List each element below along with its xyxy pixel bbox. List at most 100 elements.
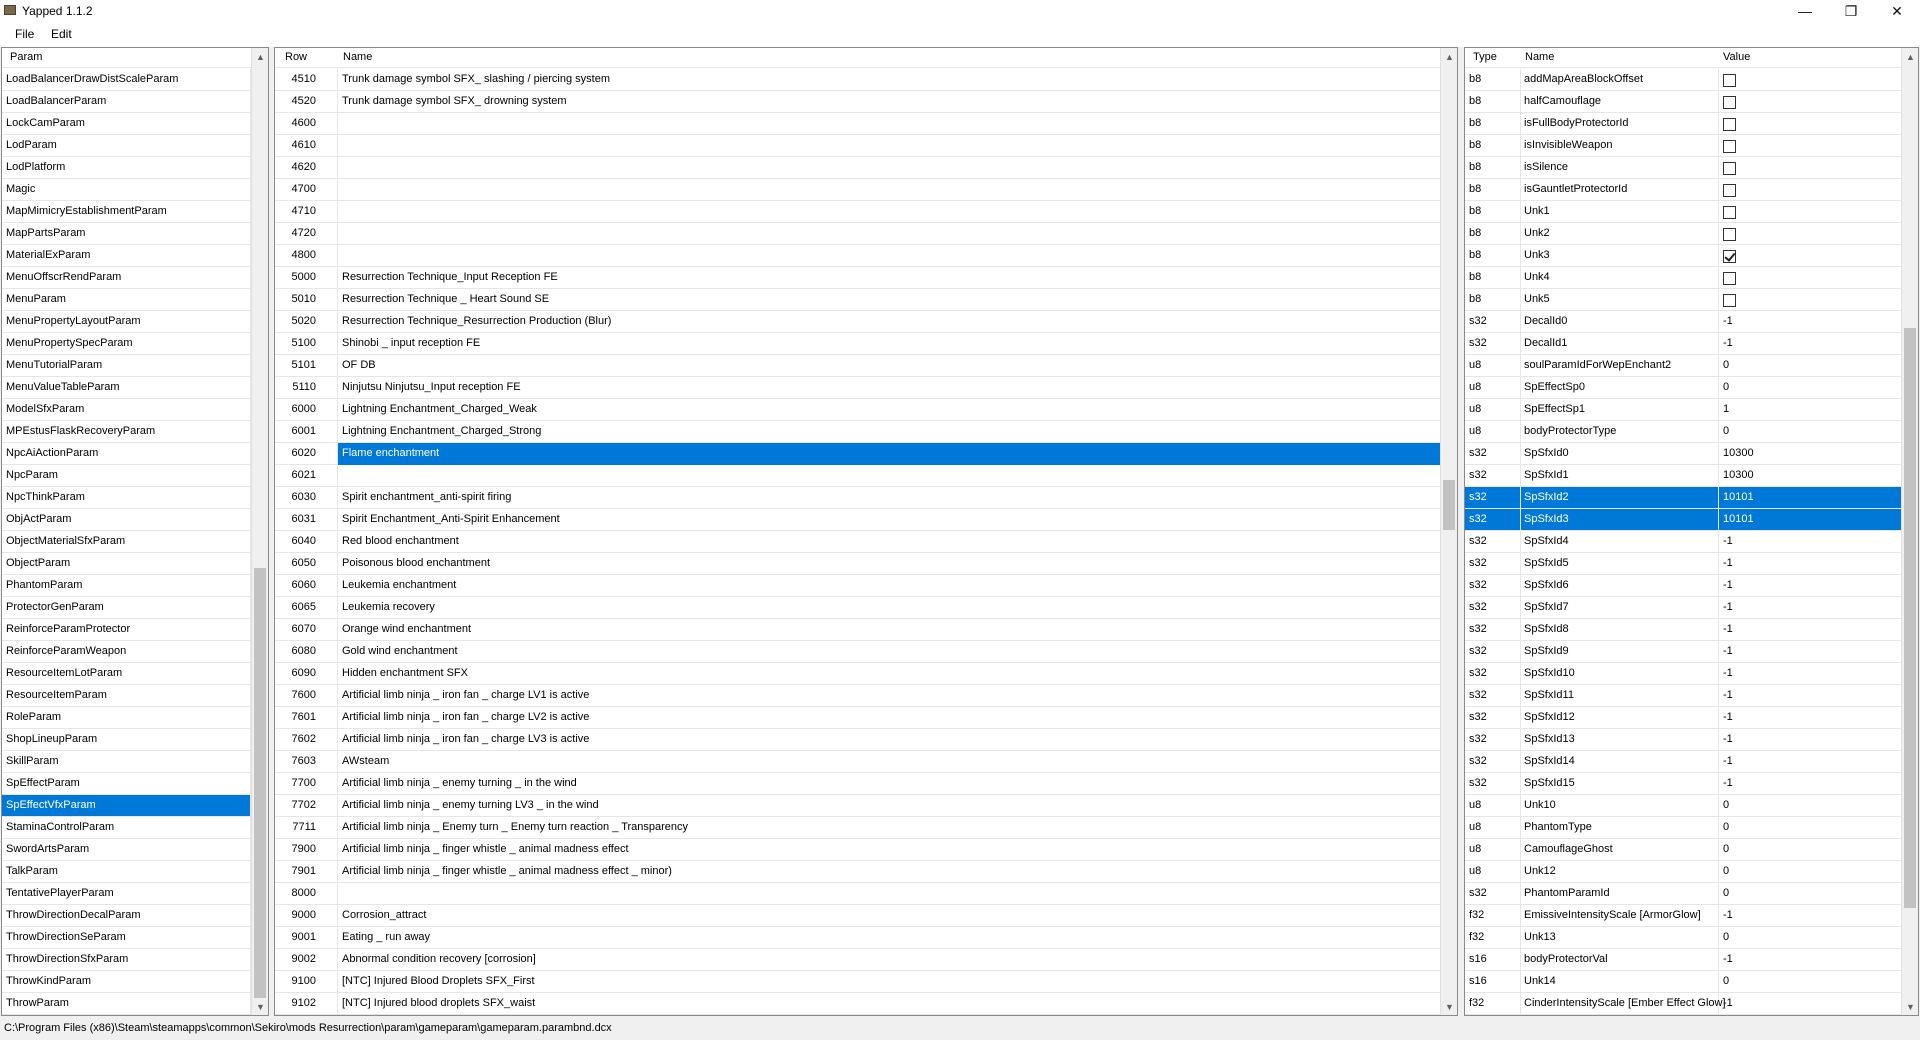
- table-row[interactable]: 6070 Orange wind enchantment: [275, 619, 1440, 641]
- field-value[interactable]: 0: [1723, 381, 1729, 393]
- scroll-down-icon[interactable]: ▼: [1902, 998, 1918, 1015]
- table-row[interactable]: s32 SpSfxId3 10101: [1465, 509, 1901, 531]
- row-name[interactable]: Artificial limb ninja _ Enemy turn _ Ene…: [342, 821, 688, 833]
- row-name[interactable]: [NTC] Injured blood droplets SFX_waist: [342, 997, 535, 1009]
- table-row[interactable]: s32 PhantomParamId 0: [1465, 883, 1901, 905]
- table-row[interactable]: 4710: [275, 201, 1440, 223]
- table-row[interactable]: 4610: [275, 135, 1440, 157]
- field-checkbox[interactable]: [1723, 294, 1736, 307]
- table-row[interactable]: 9102 [NTC] Injured blood droplets SFX_wai…: [275, 993, 1440, 1015]
- param-list-item[interactable]: MenuPropertySpecParam: [2, 333, 251, 355]
- field-value[interactable]: 0: [1723, 865, 1729, 877]
- field-checkbox[interactable]: [1723, 228, 1736, 241]
- table-row[interactable]: 4510 Trunk damage symbol SFX_ slashing / …: [275, 69, 1440, 91]
- row-name[interactable]: Gold wind enchantment: [342, 645, 458, 657]
- table-row[interactable]: u8 bodyProtectorType 0: [1465, 421, 1901, 443]
- field-value[interactable]: -1: [1723, 579, 1733, 591]
- field-value[interactable]: -1: [1723, 667, 1733, 679]
- param-list-item[interactable]: ModelSfxParam: [2, 399, 251, 421]
- table-row[interactable]: b8 Unk4: [1465, 267, 1901, 289]
- table-row[interactable]: 6065 Leukemia recovery: [275, 597, 1440, 619]
- row-name[interactable]: Leukemia enchantment: [342, 579, 456, 591]
- param-list-item[interactable]: MenuPropertyLayoutParam: [2, 311, 251, 333]
- table-row[interactable]: s32 SpSfxId4 -1: [1465, 531, 1901, 553]
- param-column-header[interactable]: Param: [10, 51, 42, 63]
- table-row[interactable]: 4600: [275, 113, 1440, 135]
- table-row[interactable]: 8000: [275, 883, 1440, 905]
- param-list-item[interactable]: MenuTutorialParam: [2, 355, 251, 377]
- table-row[interactable]: s32 SpSfxId12 -1: [1465, 707, 1901, 729]
- param-list-item[interactable]: LoadBalancerDrawDistScaleParam: [2, 69, 251, 91]
- field-value[interactable]: 0: [1723, 359, 1729, 371]
- table-row[interactable]: s16 bodyProtectorVal -1: [1465, 949, 1901, 971]
- table-row[interactable]: u8 SpEffectSp0 0: [1465, 377, 1901, 399]
- field-checkbox[interactable]: [1723, 206, 1736, 219]
- row-name[interactable]: Orange wind enchantment: [342, 623, 471, 635]
- maximize-button[interactable]: ❐: [1828, 0, 1874, 22]
- table-row[interactable]: 4720: [275, 223, 1440, 245]
- param-list-item[interactable]: MenuOffscrRendParam: [2, 267, 251, 289]
- field-checkbox[interactable]: [1723, 162, 1736, 175]
- field-value[interactable]: 0: [1723, 931, 1729, 943]
- table-row[interactable]: 5101 OF DB: [275, 355, 1440, 377]
- row-name[interactable]: Artificial limb ninja _ iron fan _ charg…: [342, 711, 589, 723]
- field-value[interactable]: -1: [1723, 601, 1733, 613]
- param-list-item[interactable]: TalkParam: [2, 861, 251, 883]
- table-row[interactable]: 6001 Lightning Enchantment_Charged_Strong: [275, 421, 1440, 443]
- table-row[interactable]: s32 SpSfxId8 -1: [1465, 619, 1901, 641]
- table-row[interactable]: s32 SpSfxId0 10300: [1465, 443, 1901, 465]
- param-list-item[interactable]: ThrowDirectionDecalParam: [2, 905, 251, 927]
- table-row[interactable]: s32 DecalId1 -1: [1465, 333, 1901, 355]
- scroll-up-icon[interactable]: ▲: [1902, 48, 1918, 65]
- param-list-item[interactable]: RoleParam: [2, 707, 251, 729]
- field-value[interactable]: -1: [1723, 623, 1733, 635]
- table-row[interactable]: 6080 Gold wind enchantment: [275, 641, 1440, 663]
- field-value[interactable]: 0: [1723, 843, 1729, 855]
- field-value[interactable]: -1: [1723, 997, 1733, 1009]
- row-name[interactable]: Lightning Enchantment_Charged_Strong: [342, 425, 541, 437]
- row-name[interactable]: Ninjutsu Ninjutsu_Input reception FE: [342, 381, 521, 393]
- table-row[interactable]: 6030 Spirit enchantment_anti-spirit firin…: [275, 487, 1440, 509]
- field-value[interactable]: 0: [1723, 799, 1729, 811]
- table-row[interactable]: 4700: [275, 179, 1440, 201]
- row-name[interactable]: Artificial limb ninja _ finger whistle _…: [342, 865, 672, 877]
- param-list-item[interactable]: LockCamParam: [2, 113, 251, 135]
- field-checkbox[interactable]: [1723, 96, 1736, 109]
- table-row[interactable]: s32 SpSfxId14 -1: [1465, 751, 1901, 773]
- table-row[interactable]: 7603 AWsteam: [275, 751, 1440, 773]
- param-list-item[interactable]: ObjectParam: [2, 553, 251, 575]
- table-row[interactable]: s32 SpSfxId13 -1: [1465, 729, 1901, 751]
- field-checkbox[interactable]: [1723, 140, 1736, 153]
- row-name[interactable]: Resurrection Technique_Input Reception F…: [342, 271, 558, 283]
- table-row[interactable]: s16 Unk14 0: [1465, 971, 1901, 993]
- param-list-item[interactable]: ProtectorGenParam: [2, 597, 251, 619]
- table-row[interactable]: 5020 Resurrection Technique_Resurrection …: [275, 311, 1440, 333]
- table-row[interactable]: 9000 Corrosion_attract: [275, 905, 1440, 927]
- table-row[interactable]: 4520 Trunk damage symbol SFX_ drowning sy…: [275, 91, 1440, 113]
- row-name[interactable]: Leukemia recovery: [342, 601, 435, 613]
- param-list-item[interactable]: NpcAiActionParam: [2, 443, 251, 465]
- param-list-item[interactable]: MapPartsParam: [2, 223, 251, 245]
- field-value[interactable]: 0: [1723, 425, 1729, 437]
- row-name[interactable]: Trunk damage symbol SFX_ drowning system: [342, 95, 567, 107]
- field-checkbox[interactable]: [1723, 184, 1736, 197]
- param-list-item[interactable]: StaminaControlParam: [2, 817, 251, 839]
- table-row[interactable]: b8 Unk1: [1465, 201, 1901, 223]
- field-value[interactable]: -1: [1723, 711, 1733, 723]
- param-list-item[interactable]: ThrowKindParam: [2, 971, 251, 993]
- row-name[interactable]: Resurrection Technique _ Heart Sound SE: [342, 293, 549, 305]
- field-value[interactable]: 0: [1723, 887, 1729, 899]
- table-row[interactable]: b8 Unk3: [1465, 245, 1901, 267]
- field-value[interactable]: -1: [1723, 733, 1733, 745]
- row-name[interactable]: Artificial limb ninja _ finger whistle _…: [342, 843, 629, 855]
- field-checkbox[interactable]: [1723, 74, 1736, 87]
- param-list-item[interactable]: SpEffectVfxParam: [2, 795, 251, 817]
- menu-file[interactable]: File: [15, 27, 34, 41]
- table-row[interactable]: 7901 Artificial limb ninja _ finger whist…: [275, 861, 1440, 883]
- table-row[interactable]: 6021: [275, 465, 1440, 487]
- table-row[interactable]: b8 isFullBodyProtectorId: [1465, 113, 1901, 135]
- table-row[interactable]: s32 SpSfxId15 -1: [1465, 773, 1901, 795]
- table-row[interactable]: s32 SpSfxId5 -1: [1465, 553, 1901, 575]
- row-name[interactable]: Flame enchantment: [342, 447, 439, 459]
- table-row[interactable]: 5110 Ninjutsu Ninjutsu_Input reception FE: [275, 377, 1440, 399]
